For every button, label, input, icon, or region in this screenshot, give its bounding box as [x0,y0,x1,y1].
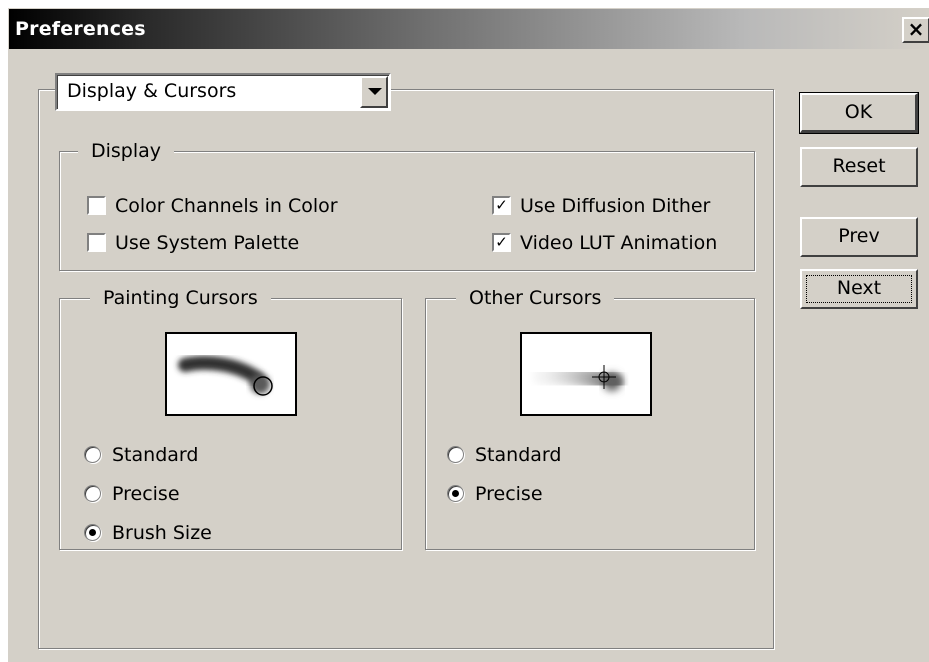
ok-button[interactable]: OK [799,92,919,134]
brush-preview-graphic [178,356,273,396]
section-dropdown[interactable]: Display & Cursors [55,73,391,111]
painting-precise-radio[interactable] [84,485,101,502]
diffusion-dither-checkbox[interactable]: ✓ [492,196,511,215]
brush-stroke-circle-preview [165,332,297,416]
display-group: Display Color Channels in Color Use Syst… [59,139,755,271]
crosshair-preview [520,332,652,416]
painting-standard-radio[interactable] [84,446,101,463]
window-title: Preferences [15,18,146,40]
close-icon: × [907,17,925,41]
color-channels-label: Color Channels in Color [115,195,338,217]
painting-standard-label: Standard [112,444,199,466]
chevron-down-icon[interactable] [360,76,388,108]
next-button[interactable]: Next [800,269,918,309]
title-bar[interactable]: Preferences × [9,9,929,49]
other-standard-radio[interactable] [447,446,464,463]
painting-brush-size-radio[interactable] [84,524,101,541]
crosshair-preview-graphic [533,365,623,391]
other-precise-radio[interactable] [447,485,464,502]
section-dropdown-value: Display & Cursors [67,80,237,102]
checkmark-icon: ✓ [495,233,508,251]
other-cursors-group: Other Cursors Standard Precise [425,286,755,550]
other-precise-label: Precise [475,483,543,505]
preferences-dialog: Preferences × Display & Cursors Display … [8,8,929,662]
display-group-label: Display [78,139,175,163]
prev-button[interactable]: Prev [800,217,918,257]
painting-cursors-label: Painting Cursors [90,286,271,310]
reset-button[interactable]: Reset [800,147,918,187]
system-palette-label: Use System Palette [115,232,300,254]
painting-brush-size-label: Brush Size [112,522,212,544]
system-palette-checkbox[interactable] [87,233,106,252]
video-lut-checkbox[interactable]: ✓ [492,233,511,252]
painting-precise-label: Precise [112,483,180,505]
color-channels-checkbox[interactable] [87,196,106,215]
painting-cursors-group: Painting Cursors Standard Precise Brush … [59,286,402,550]
focus-rectangle [806,275,912,303]
other-cursors-label: Other Cursors [456,286,615,310]
close-button[interactable]: × [902,17,929,43]
video-lut-label: Video LUT Animation [520,232,718,254]
other-standard-label: Standard [475,444,562,466]
checkmark-icon: ✓ [495,196,508,214]
diffusion-dither-label: Use Diffusion Dither [520,195,711,217]
